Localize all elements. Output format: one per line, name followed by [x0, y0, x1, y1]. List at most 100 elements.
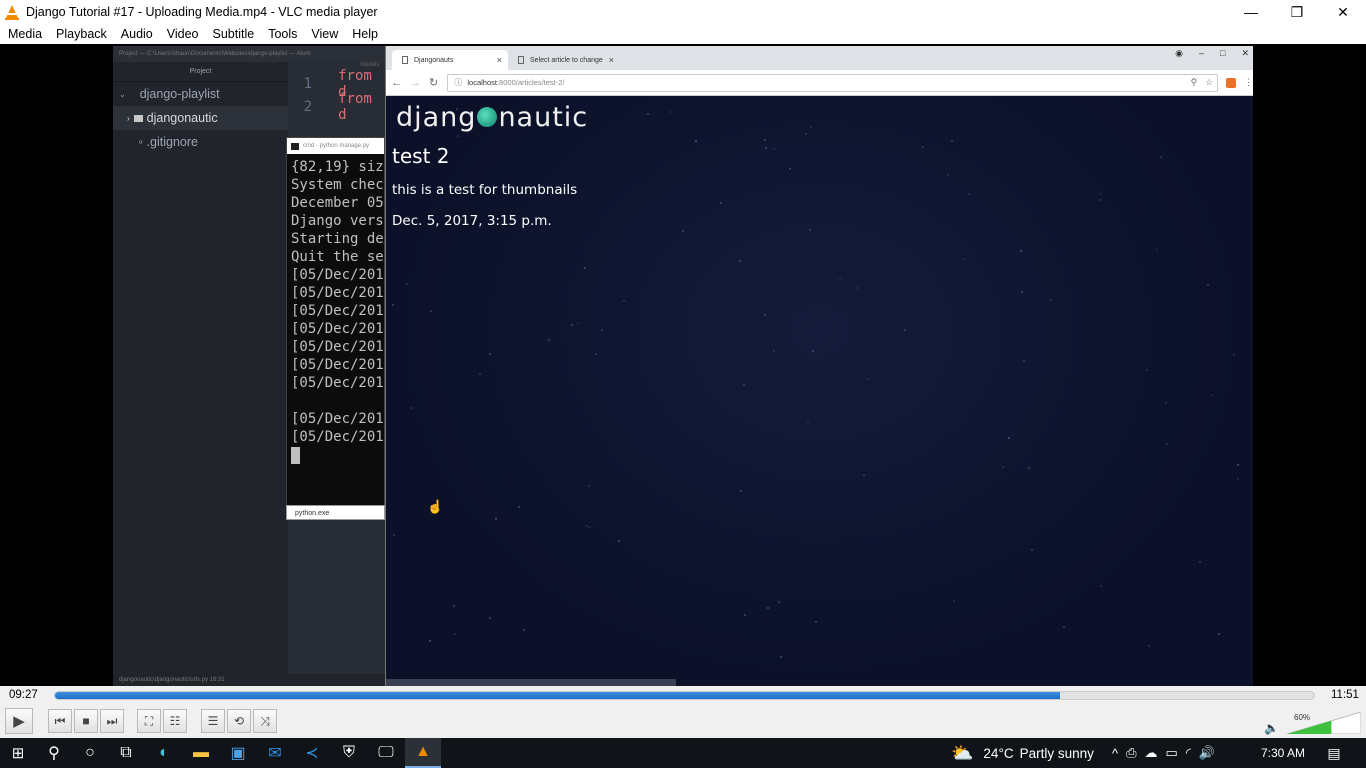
taskbar-vlc[interactable]: ▲ — [405, 738, 441, 768]
article-body: this is a test for thumbnails — [392, 182, 578, 198]
url-host: localhost — [467, 78, 497, 87]
stop-button[interactable]: ■ — [74, 709, 98, 733]
code-text: from d — [338, 90, 372, 123]
extended-settings-button[interactable]: ☷ — [163, 709, 187, 733]
menu-subtitle[interactable]: Subtitle — [206, 24, 262, 44]
star-dot — [460, 218, 462, 220]
star-dot — [1156, 249, 1158, 251]
search-button[interactable]: ⚲ — [36, 738, 72, 768]
star-dot — [953, 600, 955, 602]
video-area[interactable]: Project — C:\Users\Shaun\Documents\Websi… — [0, 44, 1366, 686]
page-icon — [518, 56, 524, 64]
tree-item-root: ⌄ django-playlist — [113, 82, 288, 106]
wifi-icon[interactable]: ◜ — [1186, 745, 1191, 761]
onedrive-icon[interactable]: ☁ — [1145, 745, 1158, 761]
star-dot — [618, 540, 620, 542]
star-dot — [523, 629, 525, 631]
weather-temperature: 24°C — [983, 745, 1014, 761]
task-view-button[interactable]: ⧉ — [108, 738, 144, 768]
menu-bar: Media Playback Audio Video Subtitle Tool… — [0, 24, 1366, 44]
star-dot — [720, 202, 722, 204]
tab-select-article: Select article to change × — [508, 50, 620, 70]
volume-slider[interactable] — [1287, 712, 1361, 734]
cortana-button[interactable]: ○ — [72, 738, 108, 768]
star-dot — [1207, 284, 1209, 286]
folder-icon: ▬ — [193, 744, 209, 761]
shuffle-button[interactable]: ⤨ — [253, 709, 277, 733]
previous-button[interactable]: ⏮ — [48, 709, 72, 733]
playlist-button[interactable]: ☰ — [201, 709, 225, 733]
menu-view[interactable]: View — [304, 24, 345, 44]
weather-widget[interactable]: ⛅ 24°C Partly sunny — [951, 738, 1094, 768]
battery-icon[interactable]: ▭ — [1166, 745, 1178, 761]
close-button[interactable]: ✕ — [1320, 0, 1366, 24]
star-dot — [1211, 394, 1213, 396]
cmd-title-bar: cmd - python manage.py — [287, 138, 384, 154]
star-dot — [867, 378, 869, 380]
tree-item-gitignore: ⚬ .gitignore — [113, 130, 288, 154]
star-dot — [764, 314, 766, 316]
code-line: 2 from d — [288, 91, 385, 123]
taskbar-mail[interactable]: ✉ — [257, 738, 293, 768]
cmd-line: [05/Dec/201 — [291, 429, 384, 445]
volume-icon[interactable]: 🔊 — [1199, 745, 1215, 761]
tree-item-label: .gitignore — [146, 135, 198, 149]
speaker-icon[interactable]: 🔈 — [1264, 721, 1279, 735]
star-dot — [744, 614, 746, 616]
menu-video[interactable]: Video — [160, 24, 206, 44]
star-dot — [1028, 467, 1030, 469]
taskbar-remote-desktop[interactable]: 🖵 — [368, 738, 404, 768]
system-tray: ^ ⎙ ☁ ▭ ◜ 🔊 — [1112, 738, 1215, 768]
star-dot — [392, 304, 394, 306]
address-bar: ⓘ localhost:8000/articles/test-2/ ⚲ ☆ — [447, 73, 1219, 92]
line-number: 1 — [303, 75, 313, 92]
cmd-line: [05/Dec/201 — [291, 339, 384, 355]
star-dot — [584, 267, 586, 269]
notification-icon[interactable]: ▤ — [1322, 738, 1346, 768]
star-dot — [765, 147, 767, 149]
menu-audio[interactable]: Audio — [114, 24, 160, 44]
restore-button[interactable]: ❐ — [1274, 0, 1320, 24]
windows-taskbar: ⊞ ⚲ ○ ⧉ ◐ ▬ ▣ ✉ ≺ ⛨ 🖵 ▲ ⛅ 24°C Partly su… — [0, 738, 1366, 768]
fullscreen-icon: ⛶ — [144, 713, 154, 728]
fullscreen-button[interactable]: ⛶ — [137, 709, 161, 733]
skip-forward-icon: ⏭ — [106, 713, 118, 728]
meet-now-icon[interactable]: ⎙ — [1126, 745, 1136, 761]
horizontal-scrollbar — [386, 679, 676, 686]
menu-media[interactable]: Media — [1, 24, 49, 44]
start-button[interactable]: ⊞ — [0, 738, 36, 768]
play-button[interactable]: ▶ — [5, 708, 33, 734]
partly-sunny-icon: ⛅ — [951, 742, 974, 763]
taskbar-edge[interactable]: ◐ — [146, 738, 182, 768]
next-button[interactable]: ⏭ — [100, 709, 124, 733]
mail-icon: ✉ — [268, 745, 282, 762]
star-dot — [548, 339, 550, 341]
tree-header: Project — [113, 62, 288, 82]
taskbar-clock[interactable]: 7:30 AM — [1261, 738, 1305, 768]
taskbar-store[interactable]: ▣ — [220, 738, 256, 768]
chevron-up-icon[interactable]: ^ — [1112, 746, 1118, 761]
star-dot — [601, 329, 603, 331]
star-dot — [430, 310, 432, 312]
star-dot — [968, 193, 970, 195]
menu-help[interactable]: Help — [345, 24, 385, 44]
seek-bar[interactable] — [54, 691, 1315, 700]
star-dot — [767, 607, 769, 609]
taskbar-security[interactable]: ⛨ — [331, 738, 367, 768]
minimize-button[interactable]: — — [1228, 0, 1274, 24]
taskbar-file-explorer[interactable]: ▬ — [183, 738, 219, 768]
menu-playback[interactable]: Playback — [49, 24, 114, 44]
star-dot — [453, 605, 455, 607]
hand-pointer-icon: ☝ — [427, 499, 444, 514]
loop-button[interactable]: ⟲ — [227, 709, 251, 733]
menu-tools[interactable]: Tools — [261, 24, 304, 44]
star-dot — [1100, 193, 1102, 195]
bookmark-star-icon: ☆ — [1205, 77, 1214, 87]
star-dot — [764, 139, 766, 141]
star-dot — [1031, 549, 1033, 551]
taskbar-vscode[interactable]: ≺ — [294, 738, 330, 768]
play-icon: ▶ — [13, 713, 25, 730]
star-dot — [588, 485, 590, 487]
star-dot — [863, 474, 865, 476]
tab-strip: Djangonauts × Select article to change ×… — [386, 46, 1253, 70]
